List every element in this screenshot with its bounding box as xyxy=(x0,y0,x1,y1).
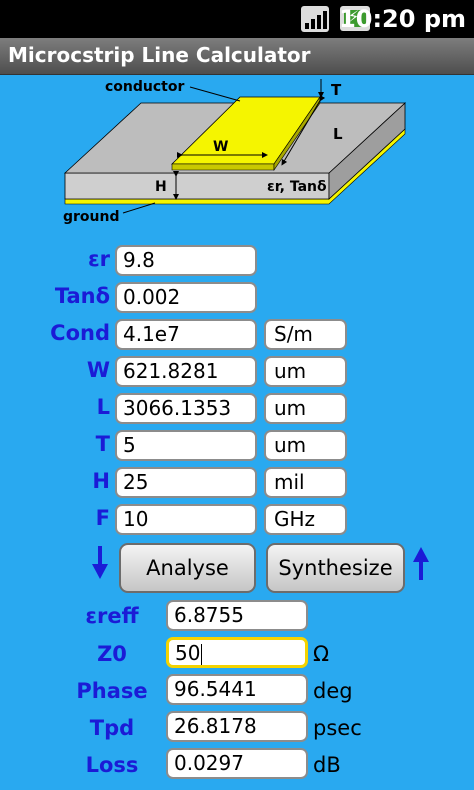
phase-label: Phase xyxy=(76,679,148,703)
diagram-t-label: T xyxy=(331,81,342,99)
l-field[interactable]: 3066.1353 xyxy=(115,393,257,424)
cond-unit-select[interactable]: S/m xyxy=(264,319,347,350)
diagram-er-label: εr, Tanδ xyxy=(267,179,327,195)
l-unit-select[interactable]: um xyxy=(264,393,347,424)
z0-unit: Ω xyxy=(313,642,330,666)
h-field[interactable]: 25 xyxy=(115,467,257,498)
ereff-label: εreff xyxy=(85,604,139,628)
tpd-unit: psec xyxy=(313,716,362,740)
phase-field[interactable]: 96.5441 xyxy=(166,674,308,705)
tand-label: Tanδ xyxy=(54,284,110,308)
z0-label: Z0 xyxy=(97,642,127,666)
t-field[interactable]: 5 xyxy=(115,430,257,461)
arrow-down-icon xyxy=(92,546,108,579)
diagram-conductor-label: conductor xyxy=(105,79,184,95)
f-field[interactable]: 10 xyxy=(115,504,257,535)
microstrip-diagram: W L T H εr, Tanδ conductor ground xyxy=(63,79,407,225)
synthesize-button[interactable]: Synthesize xyxy=(266,543,405,593)
h-unit-select[interactable]: mil xyxy=(264,467,347,498)
analyse-button[interactable]: Analyse xyxy=(119,543,256,593)
signal-icon xyxy=(301,6,329,32)
loss-label: Loss xyxy=(85,753,139,777)
status-bar: ⚡ 10:20 pm xyxy=(0,0,474,38)
er-label: εr xyxy=(87,247,110,271)
h-label: H xyxy=(92,469,110,493)
z0-field[interactable]: 50 xyxy=(166,637,308,668)
w-unit-select[interactable]: um xyxy=(264,356,347,387)
tpd-field[interactable]: 26.8178 xyxy=(166,711,308,742)
cond-field[interactable]: 4.1e7 xyxy=(115,319,257,350)
tand-field[interactable]: 0.002 xyxy=(115,282,257,313)
app-title: Microcstrip Line Calculator xyxy=(8,43,311,67)
arrow-up-icon xyxy=(413,547,429,580)
t-label: T xyxy=(95,432,110,456)
text-cursor xyxy=(201,643,203,665)
loss-unit: dB xyxy=(313,753,341,777)
status-time: 10:20 pm xyxy=(339,5,466,33)
ereff-field[interactable]: 6.8755 xyxy=(166,600,308,631)
z0-value: 50 xyxy=(175,641,201,665)
t-unit-select[interactable]: um xyxy=(264,430,347,461)
tpd-label: Tpd xyxy=(89,716,135,740)
f-unit-select[interactable]: GHz xyxy=(264,504,347,535)
diagram-ground-label: ground xyxy=(63,209,120,225)
diagram-w-label: W xyxy=(213,139,228,155)
w-field[interactable]: 621.8281 xyxy=(115,356,257,387)
l-label: L xyxy=(96,395,110,419)
phase-unit: deg xyxy=(313,679,353,703)
cond-label: Cond xyxy=(50,321,110,345)
f-label: F xyxy=(95,506,110,530)
er-field[interactable]: 9.8 xyxy=(115,245,257,276)
app-title-bar: Microcstrip Line Calculator xyxy=(0,38,474,75)
diagram-h-label: H xyxy=(155,179,167,195)
loss-field[interactable]: 0.0297 xyxy=(166,748,308,779)
diagram-l-label: L xyxy=(333,125,343,143)
w-label: W xyxy=(86,358,110,382)
